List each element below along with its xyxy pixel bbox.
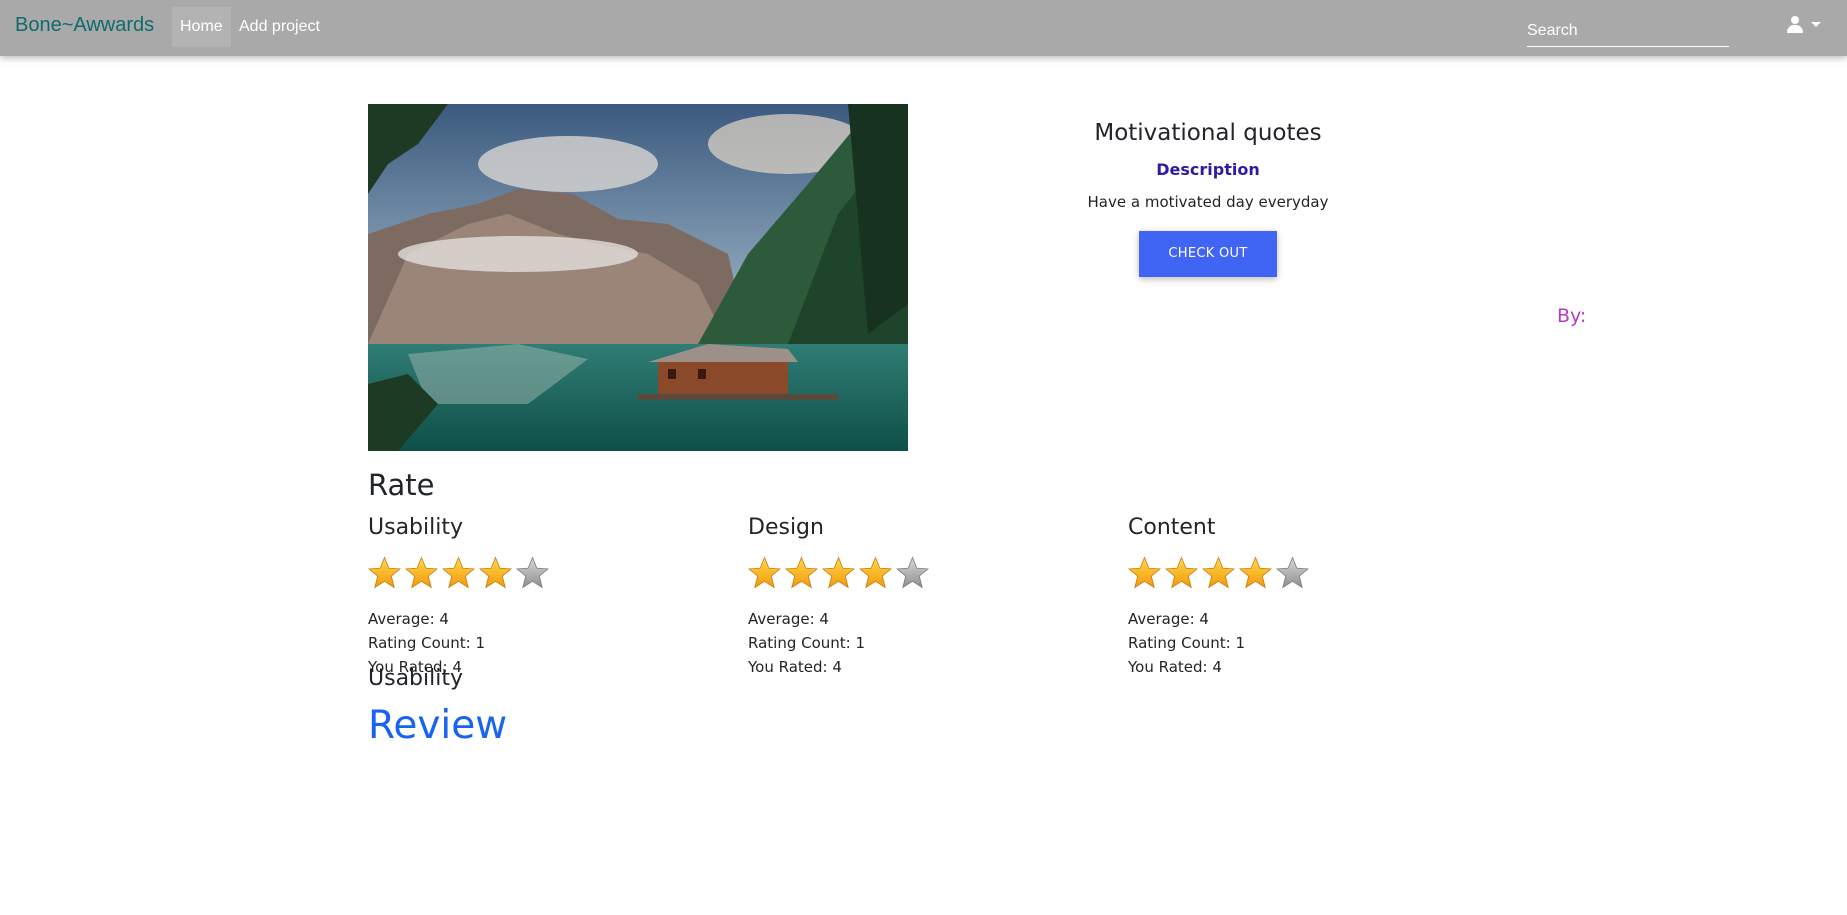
user-icon bbox=[1791, 16, 1799, 24]
brand-logo[interactable]: Bone~Awwards bbox=[15, 14, 154, 37]
star-filled-icon[interactable] bbox=[405, 556, 438, 590]
author-label: By: bbox=[1557, 305, 1587, 327]
star-filled-icon[interactable] bbox=[1202, 556, 1235, 590]
category-label: Content bbox=[1128, 515, 1216, 540]
rating-count: Rating Count: 1 bbox=[748, 634, 866, 652]
category-label: Usability bbox=[368, 515, 463, 540]
usability-rating: Usability Average: 4 Rating Count: 1 You… bbox=[368, 513, 698, 679]
average-value: Average: 4 bbox=[368, 610, 449, 628]
average-value: Average: 4 bbox=[1128, 610, 1209, 628]
star-filled-icon[interactable] bbox=[1239, 556, 1272, 590]
search-field bbox=[1527, 16, 1729, 47]
project-title: Motivational quotes bbox=[1094, 120, 1322, 146]
star-filled-icon[interactable] bbox=[748, 556, 781, 590]
star-filled-icon[interactable] bbox=[479, 556, 512, 590]
you-rated: You Rated: 4 bbox=[1128, 658, 1222, 676]
top-navbar: Bone~Awwards Home Add project bbox=[0, 0, 1847, 56]
user-icon-body bbox=[1787, 25, 1803, 33]
check-out-button[interactable]: CHECK OUT bbox=[1139, 231, 1277, 277]
star-rating bbox=[368, 556, 698, 592]
nav-home-link[interactable]: Home bbox=[172, 7, 231, 47]
star-filled-icon[interactable] bbox=[859, 556, 892, 590]
user-menu-dropdown[interactable] bbox=[1785, 15, 1825, 37]
rate-heading: Rate bbox=[368, 468, 435, 502]
star-filled-icon[interactable] bbox=[1165, 556, 1198, 590]
category-label: Design bbox=[748, 515, 824, 540]
usability-section-label: Usability bbox=[368, 666, 463, 691]
nav-add-project-link[interactable]: Add project bbox=[231, 7, 328, 47]
star-filled-icon[interactable] bbox=[442, 556, 475, 590]
project-image bbox=[368, 104, 908, 451]
you-rated: You Rated: 4 bbox=[748, 658, 842, 676]
review-link[interactable]: Review bbox=[368, 703, 507, 748]
project-details: Motivational quotes Description Have a m… bbox=[1008, 120, 1408, 277]
star-empty-icon[interactable] bbox=[896, 556, 929, 590]
description-text: Have a motivated day everyday bbox=[1087, 193, 1329, 211]
star-empty-icon[interactable] bbox=[1276, 556, 1309, 590]
description-label: Description bbox=[1156, 160, 1260, 179]
average-value: Average: 4 bbox=[748, 610, 829, 628]
design-rating: Design Average: 4 Rating Count: 1 You Ra… bbox=[748, 513, 1078, 679]
caret-down-icon bbox=[1811, 22, 1821, 27]
star-rating bbox=[748, 556, 1078, 592]
content-rating: Content Average: 4 Rating Count: 1 You R… bbox=[1128, 513, 1458, 679]
rating-count: Rating Count: 1 bbox=[1128, 634, 1246, 652]
star-empty-icon[interactable] bbox=[516, 556, 549, 590]
star-filled-icon[interactable] bbox=[1128, 556, 1161, 590]
search-input[interactable] bbox=[1527, 16, 1729, 46]
star-rating bbox=[1128, 556, 1458, 592]
star-filled-icon[interactable] bbox=[368, 556, 401, 590]
rating-count: Rating Count: 1 bbox=[368, 634, 486, 652]
star-filled-icon[interactable] bbox=[822, 556, 855, 590]
star-filled-icon[interactable] bbox=[785, 556, 818, 590]
